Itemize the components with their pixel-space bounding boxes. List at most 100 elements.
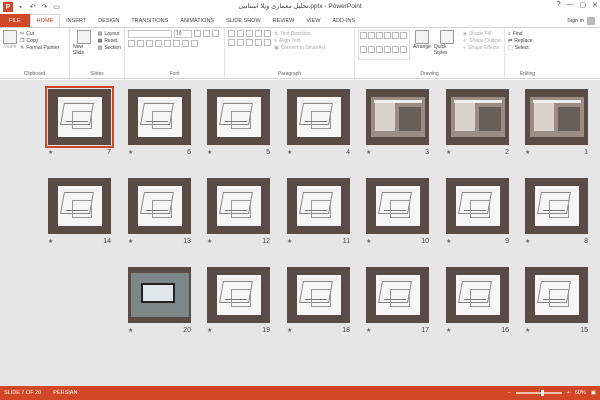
decrease-indent-icon[interactable] <box>246 30 253 37</box>
minimize-button[interactable]: — <box>567 1 574 9</box>
close-button[interactable]: ✕ <box>592 1 598 9</box>
find-button[interactable]: ⌕ Find <box>508 30 547 37</box>
bullets-icon[interactable] <box>228 30 235 37</box>
shape-icon[interactable] <box>400 45 407 53</box>
slide-thumbnail[interactable] <box>446 178 509 234</box>
copy-button[interactable]: ❐ Copy <box>20 37 59 44</box>
tab-design[interactable]: DESIGN <box>92 14 125 27</box>
slide-thumbnail[interactable] <box>128 178 191 234</box>
help-button[interactable]: ? <box>557 1 561 9</box>
shape-icon[interactable] <box>360 45 367 53</box>
shape-icon[interactable] <box>376 45 383 53</box>
font-size-select[interactable]: 18 <box>174 30 192 38</box>
slide-thumbnail[interactable] <box>525 89 588 145</box>
start-slideshow-icon[interactable]: ▭ <box>52 3 61 12</box>
case-icon[interactable] <box>182 40 189 47</box>
arrange-button[interactable]: Arrange <box>413 30 431 69</box>
zoom-slider-thumb[interactable] <box>541 390 545 396</box>
shape-fill-button[interactable]: ◈ Shape Fill <box>463 30 501 37</box>
bold-icon[interactable] <box>128 40 135 47</box>
clear-format-icon[interactable] <box>212 30 219 37</box>
grow-font-icon[interactable] <box>194 30 201 37</box>
slide-thumbnail[interactable] <box>207 89 270 145</box>
slide-thumbnail[interactable] <box>446 267 509 323</box>
tab-transitions[interactable]: TRANSITIONS <box>125 14 174 27</box>
shape-icon[interactable] <box>392 45 399 53</box>
shape-outline-button[interactable]: ✐ Shape Outline <box>463 37 501 44</box>
slide-thumbnail[interactable] <box>366 267 429 323</box>
convert-smartart-button[interactable]: ▣ Convert to SmartArt <box>274 44 325 51</box>
restore-button[interactable]: ▢ <box>580 1 587 9</box>
tab-review[interactable]: REVIEW <box>267 14 301 27</box>
align-text-button[interactable]: ≡ Align Text <box>274 37 325 44</box>
font-name-select[interactable] <box>128 30 172 38</box>
shadow-icon[interactable] <box>155 40 162 47</box>
tab-add-ins[interactable]: ADD-INS <box>326 14 361 27</box>
underline-icon[interactable] <box>146 40 153 47</box>
section-button[interactable]: ▥ Section <box>98 44 121 51</box>
slide-thumbnail[interactable] <box>128 89 191 145</box>
tab-view[interactable]: VIEW <box>300 14 326 27</box>
sign-in-link[interactable]: Sign in <box>567 18 584 24</box>
tab-home[interactable]: HOME <box>29 14 61 27</box>
language-indicator[interactable]: PERSIAN <box>53 390 77 396</box>
fit-window-icon[interactable]: ▣ <box>591 390 596 396</box>
text-direction-button[interactable]: ⇅ Text Direction <box>274 30 325 37</box>
align-left-icon[interactable] <box>228 39 235 46</box>
strikethrough-icon[interactable] <box>164 40 171 47</box>
slide-thumbnail[interactable] <box>525 178 588 234</box>
align-center-icon[interactable] <box>237 39 244 46</box>
shapes-gallery[interactable] <box>358 30 411 60</box>
zoom-out-button[interactable]: − <box>507 390 510 396</box>
shape-effects-button[interactable]: ◐ Shape Effects <box>463 44 501 51</box>
slide-thumbnail[interactable] <box>48 178 111 234</box>
slide-thumbnail[interactable] <box>525 267 588 323</box>
shape-icon[interactable] <box>368 32 375 39</box>
zoom-level[interactable]: 60% <box>575 390 586 396</box>
shape-icon[interactable] <box>368 45 375 53</box>
font-color-icon[interactable] <box>191 40 198 47</box>
slide-thumbnail[interactable] <box>366 89 429 145</box>
slide-thumbnail[interactable] <box>207 267 270 323</box>
quick-styles-button[interactable]: Quick Styles <box>434 30 460 69</box>
slide-thumbnail[interactable] <box>287 89 350 145</box>
slide-thumbnail[interactable] <box>446 89 509 145</box>
slide-thumbnail[interactable] <box>287 267 350 323</box>
format-painter-button[interactable]: ✎ Format Painter <box>20 44 59 51</box>
shape-icon[interactable] <box>376 32 383 39</box>
numbering-icon[interactable] <box>237 30 244 37</box>
avatar[interactable] <box>587 16 595 25</box>
zoom-in-button[interactable]: + <box>567 390 570 396</box>
paste-button[interactable]: Paste <box>3 30 17 69</box>
increase-indent-icon[interactable] <box>255 30 262 37</box>
cut-button[interactable]: ✂ Cut <box>20 30 59 37</box>
shape-icon[interactable] <box>392 32 399 39</box>
tab-file[interactable]: FILE <box>0 14 30 27</box>
columns-icon[interactable] <box>264 39 271 46</box>
save-icon[interactable]: ▪ <box>16 3 25 12</box>
layout-button[interactable]: ▤ Layout <box>98 30 121 37</box>
tab-animations[interactable]: ANIMATIONS <box>174 14 220 27</box>
select-button[interactable]: ⬚ Select <box>508 44 547 51</box>
tab-insert[interactable]: INSERT <box>60 14 92 27</box>
italic-icon[interactable] <box>137 40 144 47</box>
undo-icon[interactable]: ↶ <box>28 3 37 12</box>
new-slide-button[interactable]: New Slide <box>73 30 95 69</box>
shape-icon[interactable] <box>384 45 391 53</box>
justify-icon[interactable] <box>255 39 262 46</box>
tab-slide-show[interactable]: SLIDE SHOW <box>220 14 267 27</box>
redo-icon[interactable]: ↷ <box>40 3 49 12</box>
shape-icon[interactable] <box>384 32 391 39</box>
reset-button[interactable]: ▦ Reset <box>98 37 121 44</box>
slide-thumbnail[interactable] <box>45 86 114 148</box>
slide-thumbnail[interactable] <box>287 178 350 234</box>
shape-icon[interactable] <box>400 32 407 39</box>
zoom-slider[interactable] <box>515 390 562 396</box>
slide-thumbnail[interactable] <box>207 178 270 234</box>
slide-thumbnail[interactable] <box>366 178 429 234</box>
spacing-icon[interactable] <box>173 40 180 47</box>
shape-icon[interactable] <box>360 32 367 39</box>
slide-thumbnail[interactable] <box>128 267 191 323</box>
line-spacing-icon[interactable] <box>264 30 271 37</box>
shrink-font-icon[interactable] <box>203 30 210 37</box>
